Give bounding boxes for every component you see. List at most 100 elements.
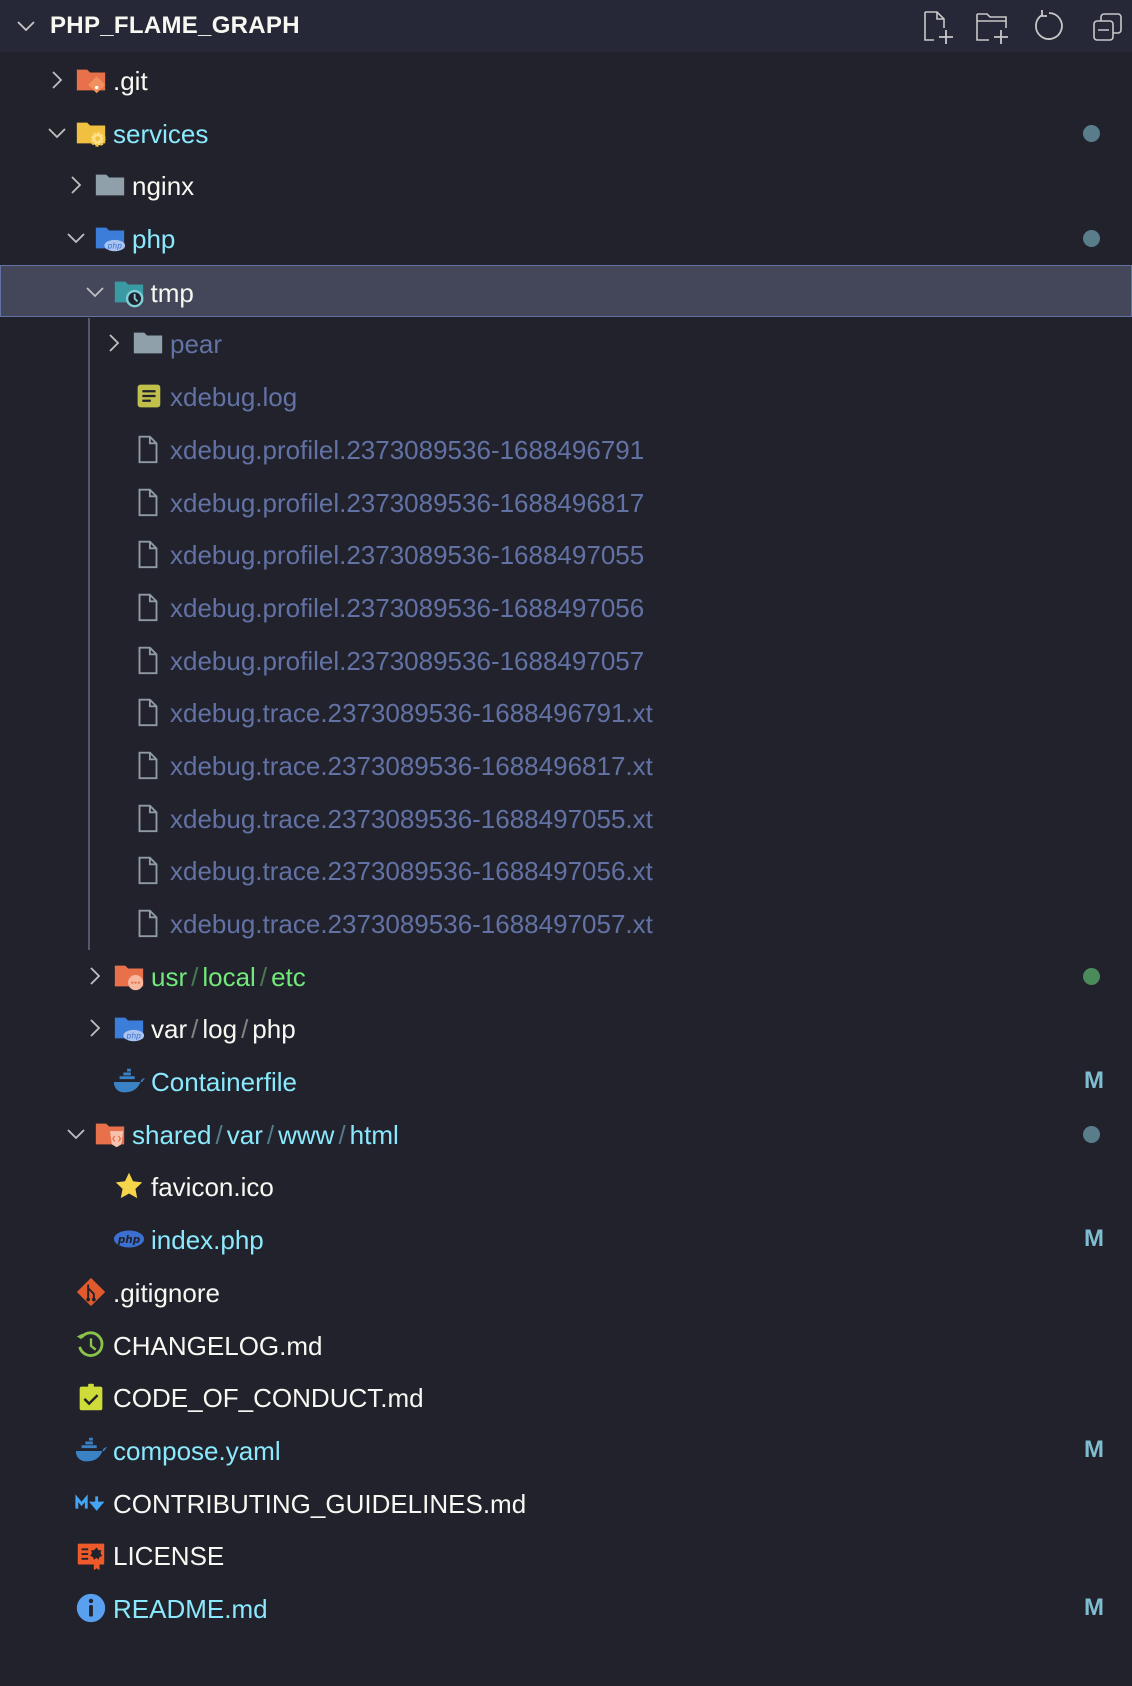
path-segment[interactable]: LICENSE xyxy=(113,1541,224,1571)
path-segment[interactable]: favicon.ico xyxy=(151,1172,274,1202)
file-icon xyxy=(138,593,158,622)
path-segment[interactable]: php xyxy=(252,1014,295,1044)
item-label: pear xyxy=(170,329,222,360)
tree-file[interactable]: xdebug.profilel.2373089536-1688497055 xyxy=(0,528,1132,581)
tree-file[interactable]: Containerfile M xyxy=(0,1055,1132,1108)
tree-file[interactable]: xdebug.trace.2373089536-1688496817.xt xyxy=(0,739,1132,792)
tree-file[interactable]: compose.yaml M xyxy=(0,1424,1132,1477)
tree-file[interactable]: php index.php M xyxy=(0,1213,1132,1266)
tree-file[interactable]: CODE_OF_CONDUCT.md xyxy=(0,1371,1132,1424)
tree-folder[interactable]: services xyxy=(0,107,1132,160)
new-file-icon[interactable] xyxy=(920,8,956,44)
tree-file[interactable]: .gitignore xyxy=(0,1266,1132,1319)
tree-file[interactable]: CONTRIBUTING_GUIDELINES.md xyxy=(0,1477,1132,1530)
path-segment[interactable]: compose.yaml xyxy=(113,1436,281,1466)
path-segment[interactable]: tmp xyxy=(151,278,194,308)
explorer-header[interactable]: PHP_FLAME_GRAPH xyxy=(0,0,1132,52)
path-segment[interactable]: shared xyxy=(132,1120,212,1150)
tree-file[interactable]: CHANGELOG.md xyxy=(0,1319,1132,1372)
docker-icon xyxy=(75,1437,108,1462)
tree-file[interactable]: LICENSE xyxy=(0,1529,1132,1582)
tree-file[interactable]: xdebug.profilel.2373089536-1688496791 xyxy=(0,423,1132,476)
tree-file[interactable]: xdebug.trace.2373089536-1688497056.xt xyxy=(0,844,1132,897)
path-segment[interactable]: xdebug.trace.2373089536-1688497057.xt xyxy=(170,909,653,939)
path-segment[interactable]: CHANGELOG.md xyxy=(113,1331,323,1361)
path-segment[interactable]: .gitignore xyxy=(113,1278,220,1308)
svg-text:php: php xyxy=(107,241,123,250)
changelog-icon xyxy=(76,1330,104,1357)
path-segment[interactable]: var xyxy=(151,1014,187,1044)
tree-file[interactable]: xdebug.profilel.2373089536-1688497057 xyxy=(0,634,1132,687)
tree-file[interactable]: xdebug.trace.2373089536-1688497057.xt xyxy=(0,897,1132,950)
path-segment[interactable]: xdebug.profilel.2373089536-1688497057 xyxy=(170,646,644,676)
chevron-down-icon[interactable] xyxy=(64,226,88,250)
tree-folder[interactable]: nginx xyxy=(0,159,1132,212)
tree-file[interactable]: favicon.ico xyxy=(0,1160,1132,1213)
new-folder-icon[interactable] xyxy=(974,8,1010,44)
chevron-right-icon[interactable] xyxy=(64,173,88,197)
path-separator: / xyxy=(241,1014,249,1045)
chevron-right-icon[interactable] xyxy=(102,331,126,355)
tree-folder[interactable]: php php xyxy=(0,212,1132,265)
tree-file[interactable]: README.md M xyxy=(0,1582,1132,1635)
tree-folder[interactable]: php var / log / php xyxy=(0,1002,1132,1055)
file-tree: .git services nginx php php tmp pear xdebug.log… xyxy=(0,54,1132,1635)
chevron-right-icon[interactable] xyxy=(83,964,107,988)
collapse-all-icon[interactable] xyxy=(1090,8,1126,44)
path-segment[interactable]: log xyxy=(202,1014,237,1044)
tree-file[interactable]: xdebug.trace.2373089536-1688496791.xt xyxy=(0,686,1132,739)
chevron-right-icon[interactable] xyxy=(45,68,69,92)
path-separator: / xyxy=(191,961,199,992)
path-segment[interactable]: xdebug.profilel.2373089536-1688497056 xyxy=(170,593,644,623)
item-label: README.md xyxy=(113,1594,268,1625)
chevron-right-icon[interactable] xyxy=(83,1016,107,1040)
path-segment[interactable]: README.md xyxy=(113,1594,268,1624)
path-segment[interactable]: .git xyxy=(113,66,148,96)
path-segment[interactable]: www xyxy=(278,1120,334,1150)
path-segment[interactable]: CODE_OF_CONDUCT.md xyxy=(113,1383,424,1413)
chevron-down-icon[interactable] xyxy=(64,1122,88,1146)
item-label: shared / var / www / html xyxy=(132,1120,399,1151)
tree-file[interactable]: xdebug.profilel.2373089536-1688497056 xyxy=(0,581,1132,634)
path-segment[interactable]: xdebug.profilel.2373089536-1688496817 xyxy=(170,488,644,518)
path-segment[interactable]: services xyxy=(113,119,208,149)
item-label: xdebug.profilel.2373089536-1688496817 xyxy=(170,488,644,519)
path-segment[interactable]: local xyxy=(202,962,255,992)
tree-folder[interactable]: usr / local / etc xyxy=(0,950,1132,1003)
tree-folder[interactable]: shared / var / www / html xyxy=(0,1108,1132,1161)
chevron-down-icon[interactable] xyxy=(14,14,38,38)
folder-config-icon xyxy=(76,122,106,147)
path-segment[interactable]: xdebug.trace.2373089536-1688497056.xt xyxy=(170,856,653,886)
folder-html-icon xyxy=(95,1123,125,1147)
chevron-down-icon[interactable] xyxy=(45,121,69,145)
path-segment[interactable]: nginx xyxy=(132,171,194,201)
path-segment[interactable]: usr xyxy=(151,962,187,992)
path-segment[interactable]: pear xyxy=(170,329,222,359)
file-icon xyxy=(138,646,158,674)
path-separator: / xyxy=(191,1014,199,1045)
path-segment[interactable]: xdebug.trace.2373089536-1688496791.xt xyxy=(170,698,653,728)
refresh-icon[interactable] xyxy=(1030,8,1066,44)
path-segment[interactable]: html xyxy=(350,1120,399,1150)
tree-folder[interactable]: tmp xyxy=(0,264,1132,318)
path-segment[interactable]: CONTRIBUTING_GUIDELINES.md xyxy=(113,1489,526,1519)
tree-file[interactable]: xdebug.log xyxy=(0,370,1132,423)
path-segment[interactable]: php xyxy=(132,224,175,254)
tree-file[interactable]: xdebug.trace.2373089536-1688497055.xt xyxy=(0,792,1132,845)
path-segment[interactable]: etc xyxy=(271,962,306,992)
path-segment[interactable]: index.php xyxy=(151,1225,264,1255)
tree-folder[interactable]: .git xyxy=(0,54,1132,107)
path-segment[interactable]: xdebug.trace.2373089536-1688497055.xt xyxy=(170,804,653,834)
tree-folder[interactable]: pear xyxy=(0,317,1132,370)
git-status-dot xyxy=(1083,1125,1100,1143)
path-segment[interactable]: xdebug.profilel.2373089536-1688496791 xyxy=(170,435,644,465)
path-segment[interactable]: xdebug.log xyxy=(170,382,297,412)
path-segment[interactable]: xdebug.trace.2373089536-1688496817.xt xyxy=(170,751,653,781)
path-segment[interactable]: var xyxy=(227,1120,263,1150)
tree-file[interactable]: xdebug.profilel.2373089536-1688496817 xyxy=(0,476,1132,529)
chevron-down-icon[interactable] xyxy=(83,280,107,304)
folder-icon xyxy=(95,174,125,196)
markdown-icon xyxy=(75,1493,105,1511)
path-segment[interactable]: Containerfile xyxy=(151,1067,297,1097)
path-segment[interactable]: xdebug.profilel.2373089536-1688497055 xyxy=(170,540,644,570)
